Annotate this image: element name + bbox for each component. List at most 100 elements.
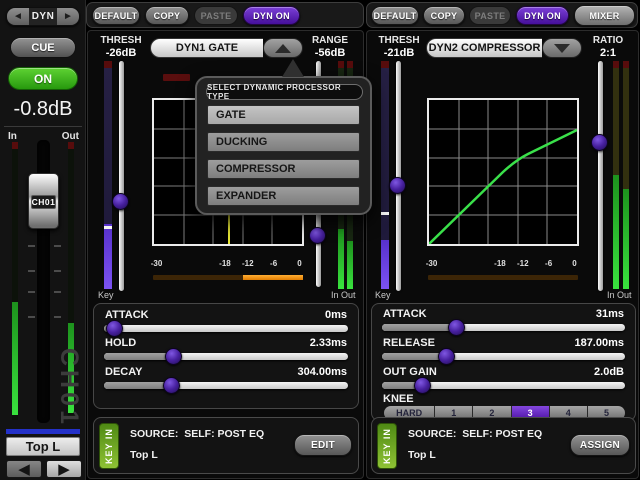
chevron-down-icon bbox=[554, 44, 570, 53]
dyn2-scale: -30 -18 -12 -6 0 bbox=[427, 259, 579, 269]
dyn2-thresh-value: -21dB bbox=[369, 47, 429, 59]
on-button[interactable]: ON bbox=[8, 67, 78, 90]
dyn1-key-in-source: SOURCE: SELF: POST EQ bbox=[130, 428, 264, 440]
dyn2-out-meter bbox=[623, 61, 629, 289]
attack-value: 0ms bbox=[325, 309, 347, 321]
out-gain-label: OUT GAIN bbox=[383, 366, 437, 378]
channel-name: Top L bbox=[6, 437, 80, 456]
dyn1-gain-reduction-bar bbox=[152, 274, 304, 281]
dyn2-thresh-slider[interactable] bbox=[396, 61, 401, 291]
attack-knob[interactable] bbox=[448, 319, 465, 336]
popup-item-ducking[interactable]: DUCKING bbox=[207, 132, 360, 152]
dyn2-paste-button[interactable]: PASTE bbox=[469, 6, 511, 25]
dyn1-paste-button[interactable]: PASTE bbox=[194, 6, 238, 25]
scale-tick: -18 bbox=[219, 259, 231, 268]
dyn2-thresh-knob[interactable] bbox=[389, 177, 406, 194]
dyn2-key-in-box: KEY IN SOURCE: SELF: POST EQ Top L ASSIG… bbox=[371, 417, 636, 474]
hold-slider[interactable] bbox=[104, 353, 348, 360]
dyn2-key-meter bbox=[381, 61, 389, 289]
dyn2-toolbar: DEFAULT COPY PASTE DYN ON MIXER bbox=[366, 2, 638, 28]
dyn2-ratio-slider[interactable] bbox=[598, 61, 603, 291]
attack-slider[interactable] bbox=[382, 324, 625, 331]
dyn1-scale: -30 -18 -12 -6 0 bbox=[152, 259, 304, 269]
popup-pointer-icon bbox=[282, 59, 304, 77]
dyn2-key-label: Key bbox=[375, 290, 391, 300]
hold-value: 2.33ms bbox=[310, 337, 347, 349]
dyn2-ratio-value: 2:1 bbox=[578, 47, 638, 59]
channel-id-watermark: CH01 bbox=[54, 348, 83, 428]
processor-selector-label: DYN bbox=[29, 8, 57, 25]
dyn1-copy-button[interactable]: COPY bbox=[145, 6, 189, 25]
dyn2-ratio-knob[interactable] bbox=[591, 134, 608, 151]
fader-channel-label: CH01 bbox=[31, 195, 56, 209]
out-gain-value: 2.0dB bbox=[594, 366, 624, 378]
left-arrow-icon: ◀ bbox=[18, 460, 30, 478]
prev-processor-button[interactable]: ◄ bbox=[7, 8, 29, 25]
scale-tick: -30 bbox=[426, 259, 438, 268]
out-meter-label: Out bbox=[62, 131, 79, 142]
release-label: RELEASE bbox=[383, 337, 435, 349]
attack-slider[interactable] bbox=[104, 325, 348, 332]
chevron-up-icon bbox=[275, 44, 291, 53]
dyn1-range-knob[interactable] bbox=[309, 227, 326, 244]
attack-value: 31ms bbox=[596, 308, 624, 320]
fader-knob[interactable]: CH01 bbox=[28, 173, 59, 229]
dyn2-key-in-source: SOURCE: SELF: POST EQ bbox=[408, 428, 542, 440]
dyn2-processor-dropdown-button[interactable] bbox=[542, 38, 582, 58]
fader-tick bbox=[54, 316, 61, 318]
dyn1-gr-meter bbox=[163, 74, 190, 81]
scale-tick: -18 bbox=[494, 259, 506, 268]
dyn2-compressor-graph bbox=[427, 98, 579, 246]
release-knob[interactable] bbox=[438, 348, 455, 365]
dyn1-in-out-label: In Out bbox=[331, 290, 356, 300]
key-in-badge: KEY IN bbox=[377, 423, 397, 469]
dyn1-processor-dropdown-button[interactable] bbox=[263, 38, 303, 58]
dyn2-copy-button[interactable]: COPY bbox=[423, 6, 465, 25]
decay-knob[interactable] bbox=[163, 377, 180, 394]
prev-channel-button[interactable]: ◀ bbox=[6, 460, 42, 478]
key-in-assign-button[interactable]: ASSIGN bbox=[570, 434, 630, 456]
hold-label: HOLD bbox=[105, 337, 136, 349]
dyn1-on-button[interactable]: DYN ON bbox=[243, 6, 300, 25]
dyn1-range-value: -56dB bbox=[300, 47, 360, 59]
fader-tick bbox=[54, 245, 61, 247]
scale-tick: 0 bbox=[572, 259, 576, 268]
release-slider[interactable] bbox=[382, 353, 625, 360]
scale-tick: -6 bbox=[545, 259, 552, 268]
channel-color-bar bbox=[6, 429, 80, 434]
dyn1-thresh-label: THRESH bbox=[91, 35, 151, 46]
next-channel-button[interactable]: ▶ bbox=[46, 460, 82, 478]
hold-knob[interactable] bbox=[165, 348, 182, 365]
dyn2-on-button[interactable]: DYN ON bbox=[516, 6, 569, 25]
popup-item-gate[interactable]: GATE bbox=[207, 105, 360, 125]
dyn2-key-in-channel: Top L bbox=[408, 449, 436, 461]
input-level-meter bbox=[12, 142, 18, 420]
dyn1-toolbar: DEFAULT COPY PASTE DYN ON bbox=[86, 2, 364, 28]
mixer-button[interactable]: MIXER bbox=[574, 5, 635, 26]
out-gain-slider[interactable] bbox=[382, 382, 625, 389]
left-arrow-icon: ◄ bbox=[13, 11, 23, 22]
decay-label: DECAY bbox=[105, 366, 143, 378]
dyn2-processor-select[interactable]: DYN2 COMPRESSOR bbox=[426, 38, 542, 58]
gain-readout: -0.8dB bbox=[0, 98, 86, 121]
popup-item-compressor[interactable]: COMPRESSOR bbox=[207, 159, 360, 179]
dyn1-thresh-knob[interactable] bbox=[112, 193, 129, 210]
decay-slider[interactable] bbox=[104, 382, 348, 389]
release-value: 187.00ms bbox=[574, 337, 624, 349]
attack-knob[interactable] bbox=[106, 320, 123, 337]
dyn1-processor-select[interactable]: DYN1 GATE bbox=[150, 38, 263, 58]
fader-tick bbox=[28, 270, 35, 272]
cue-button[interactable]: CUE bbox=[10, 37, 76, 58]
channel-strip: ◄ DYN ► CUE ON -0.8dB In Out CH01 CH01 T… bbox=[0, 0, 86, 480]
key-in-edit-button[interactable]: EDIT bbox=[294, 434, 352, 456]
dyn1-thresh-slider[interactable] bbox=[119, 61, 124, 291]
dyn1-default-button[interactable]: DEFAULT bbox=[92, 6, 140, 25]
dyn1-key-in-box: KEY IN SOURCE: SELF: POST EQ Top L EDIT bbox=[93, 417, 359, 474]
right-arrow-icon: ► bbox=[63, 11, 73, 22]
dyn2-default-button[interactable]: DEFAULT bbox=[371, 6, 419, 25]
out-gain-knob[interactable] bbox=[414, 377, 431, 394]
fader-tick bbox=[28, 245, 35, 247]
next-processor-button[interactable]: ► bbox=[57, 8, 79, 25]
scale-tick: 0 bbox=[297, 259, 301, 268]
popup-item-expander[interactable]: EXPANDER bbox=[207, 186, 360, 206]
